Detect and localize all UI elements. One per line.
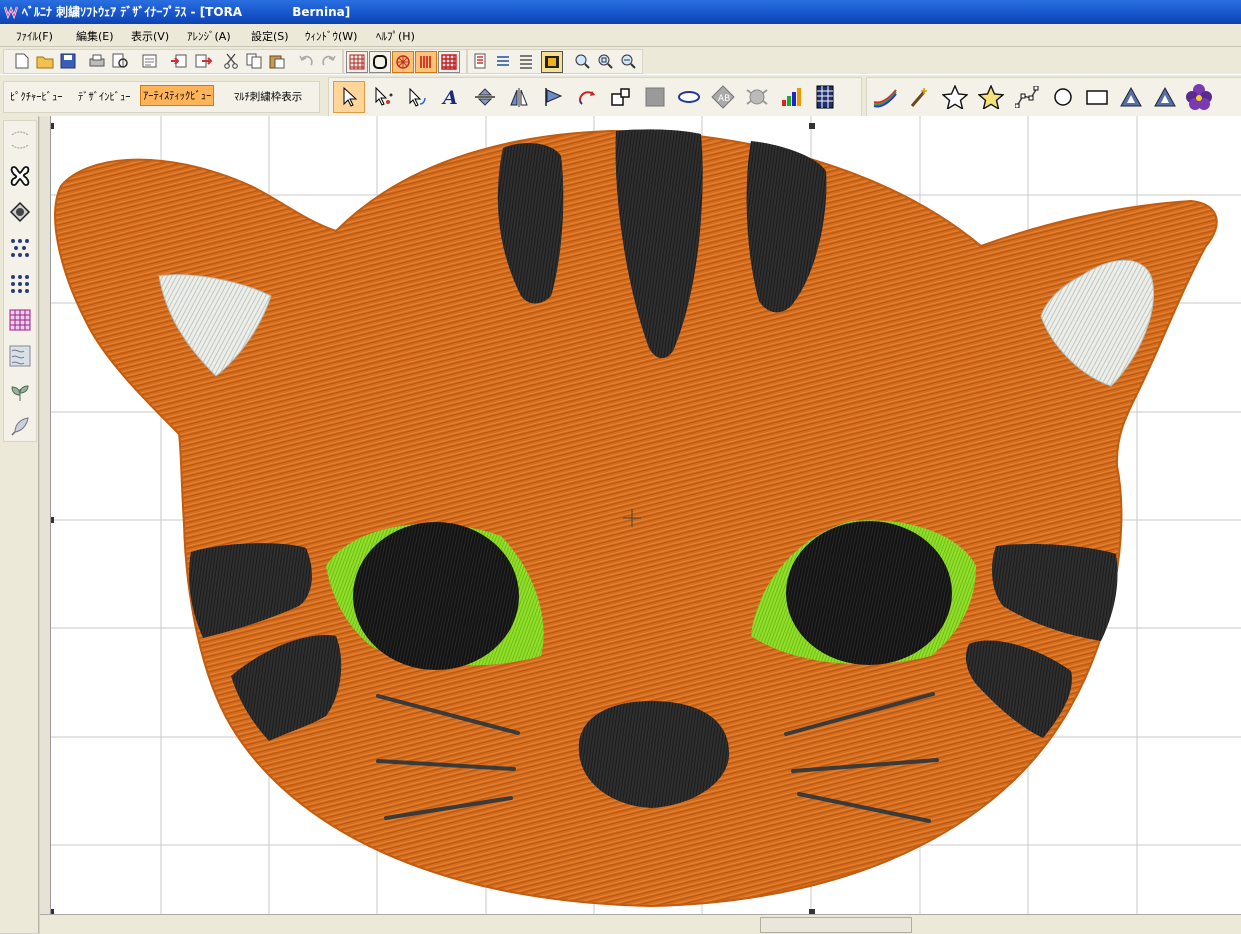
title-bar: ﾍﾞﾙﾆﾅ 刺繍ｿﾌﾄｳｪｱ ﾃﾞｻﾞｲﾅｰﾌﾟﾗｽ - [TORA Berni… bbox=[0, 0, 1241, 24]
save-icon[interactable] bbox=[58, 51, 78, 71]
star-outline-icon[interactable] bbox=[939, 81, 971, 113]
scrollbar-thumb[interactable] bbox=[760, 917, 912, 933]
menu-view[interactable]: 表示(V) bbox=[131, 28, 169, 44]
stitch-tools-group bbox=[3, 120, 37, 442]
properties-icon[interactable] bbox=[140, 51, 160, 71]
rectangle-icon[interactable] bbox=[1081, 81, 1113, 113]
menu-help[interactable]: ﾍﾙﾌﾟ(H) bbox=[376, 28, 415, 44]
new-icon[interactable] bbox=[12, 51, 32, 71]
magic-wand-icon[interactable] bbox=[903, 81, 935, 113]
svg-text:AB: AB bbox=[718, 94, 730, 104]
color-sort-icon[interactable] bbox=[775, 81, 807, 113]
artistic-view-icon[interactable] bbox=[415, 51, 437, 73]
view-switcher: ﾋﾟｸﾁｬｰﾋﾞｭｰ ﾃﾞｻﾞｲﾝﾋﾞｭｰ ｱｰﾃｨｽﾃｨｯｸﾋﾞｭｰ ﾏﾙﾁ刺… bbox=[3, 81, 320, 113]
cross-stitch-icon[interactable] bbox=[7, 163, 33, 189]
point-select-icon[interactable] bbox=[367, 81, 399, 113]
motif-flower-icon[interactable] bbox=[1183, 81, 1215, 113]
outline-icon[interactable] bbox=[7, 127, 33, 153]
stitch-player-icon[interactable] bbox=[493, 51, 513, 71]
shape-tools-group bbox=[866, 77, 1241, 117]
menu-file[interactable]: ﾌｧｲﾙ(F) bbox=[16, 28, 53, 44]
grid-pattern-icon[interactable] bbox=[809, 81, 841, 113]
print-icon[interactable] bbox=[87, 51, 107, 71]
reshape-icon[interactable] bbox=[401, 81, 433, 113]
color-film-icon[interactable] bbox=[470, 51, 490, 71]
brush-icon[interactable] bbox=[869, 81, 901, 113]
tools-toolbar-group bbox=[467, 49, 643, 74]
monogram-icon[interactable]: AB bbox=[707, 81, 739, 113]
open-icon[interactable] bbox=[35, 51, 55, 71]
pattern-fill-icon[interactable] bbox=[7, 307, 33, 333]
fabric-grid-icon[interactable] bbox=[438, 51, 460, 73]
view-and-tools-toolbar: ﾋﾟｸﾁｬｰﾋﾞｭｰ ﾃﾞｻﾞｲﾝﾋﾞｭｰ ｱｰﾃｨｽﾃｨｯｸﾋﾞｭｰ ﾏﾙﾁ刺… bbox=[0, 74, 1241, 117]
standard-toolbar bbox=[0, 47, 1241, 74]
texture-fill-icon[interactable] bbox=[7, 343, 33, 369]
hoop-icon[interactable] bbox=[369, 51, 391, 73]
flag-icon[interactable] bbox=[537, 81, 569, 113]
fill-icon[interactable] bbox=[639, 81, 671, 113]
ellipse-outline-icon[interactable] bbox=[673, 81, 705, 113]
window-title: ﾍﾞﾙﾆﾅ 刺繍ｿﾌﾄｳｪｱ ﾃﾞｻﾞｲﾅｰﾌﾟﾗｽ - [TORA Berni… bbox=[22, 5, 351, 19]
mirror-icon[interactable] bbox=[503, 81, 535, 113]
undo-icon[interactable] bbox=[296, 51, 316, 71]
selection-handle[interactable] bbox=[809, 123, 815, 129]
sequence-icon[interactable] bbox=[516, 51, 536, 71]
select-arrow-icon[interactable] bbox=[333, 81, 365, 113]
cut-icon[interactable] bbox=[221, 51, 241, 71]
menu-window[interactable]: ｳｨﾝﾄﾞｳ(W) bbox=[305, 28, 357, 44]
menu-settings[interactable]: 設定(S) bbox=[251, 28, 289, 44]
design-view-tab[interactable]: ﾃﾞｻﾞｲﾝﾋﾞｭｰ bbox=[78, 89, 131, 104]
triangle-alt-icon[interactable] bbox=[1149, 81, 1181, 113]
lettering-icon[interactable]: A bbox=[435, 81, 467, 113]
multi-hoop-view-tab[interactable]: ﾏﾙﾁ刺繍枠表示 bbox=[234, 89, 302, 104]
dots-icon[interactable] bbox=[7, 235, 33, 261]
dots-grid-icon[interactable] bbox=[7, 271, 33, 297]
embroidery-design bbox=[51, 116, 1241, 914]
print-preview-icon[interactable] bbox=[110, 51, 130, 71]
edit-tools-group: A AB bbox=[328, 77, 862, 117]
circle-icon[interactable] bbox=[1047, 81, 1079, 113]
zoom-in-icon[interactable] bbox=[572, 51, 592, 71]
slow-redraw-icon[interactable] bbox=[541, 51, 563, 73]
align-icon[interactable] bbox=[469, 81, 501, 113]
zoom-out-icon[interactable] bbox=[618, 51, 638, 71]
vertical-ruler bbox=[40, 116, 51, 928]
group-icon[interactable] bbox=[605, 81, 637, 113]
menu-arrange[interactable]: ｱﾚﾝｼﾞ(A) bbox=[187, 28, 231, 44]
selection-handle[interactable] bbox=[51, 123, 54, 129]
svg-text:A: A bbox=[441, 87, 458, 108]
menu-bar: ﾌｧｲﾙ(F) 編集(E) 表示(V) ｱﾚﾝｼﾞ(A) 設定(S) ｳｨﾝﾄﾞ… bbox=[0, 24, 1241, 47]
import-icon[interactable] bbox=[169, 51, 189, 71]
file-toolbar-group bbox=[3, 49, 343, 74]
horizontal-scrollbar[interactable] bbox=[40, 914, 1241, 934]
stitch-view-icon[interactable] bbox=[392, 51, 414, 73]
app-logo-icon bbox=[3, 6, 19, 20]
export-icon[interactable] bbox=[193, 51, 213, 71]
redo-icon[interactable] bbox=[319, 51, 339, 71]
picture-view-tab[interactable]: ﾋﾟｸﾁｬｰﾋﾞｭｰ bbox=[10, 89, 63, 104]
auto-digitize-icon[interactable] bbox=[741, 81, 773, 113]
display-toolbar-group bbox=[343, 49, 467, 74]
paste-icon[interactable] bbox=[267, 51, 287, 71]
grid-icon[interactable] bbox=[346, 51, 368, 73]
satin-icon[interactable] bbox=[7, 199, 33, 225]
triangle-icon[interactable] bbox=[1115, 81, 1147, 113]
copy-icon[interactable] bbox=[244, 51, 264, 71]
stitch-type-sidebar bbox=[0, 116, 39, 933]
polygon-icon[interactable] bbox=[1011, 81, 1043, 113]
selection-handle[interactable] bbox=[51, 517, 54, 523]
artistic-view-tab[interactable]: ｱｰﾃｨｽﾃｨｯｸﾋﾞｭｰ bbox=[140, 85, 215, 106]
feather-icon[interactable] bbox=[7, 413, 33, 439]
leaf-icon[interactable] bbox=[7, 379, 33, 405]
star-filled-icon[interactable] bbox=[975, 81, 1007, 113]
rotate-icon[interactable] bbox=[571, 81, 603, 113]
menu-edit[interactable]: 編集(E) bbox=[76, 28, 114, 44]
zoom-fit-icon[interactable] bbox=[595, 51, 615, 71]
design-canvas[interactable] bbox=[51, 116, 1241, 914]
